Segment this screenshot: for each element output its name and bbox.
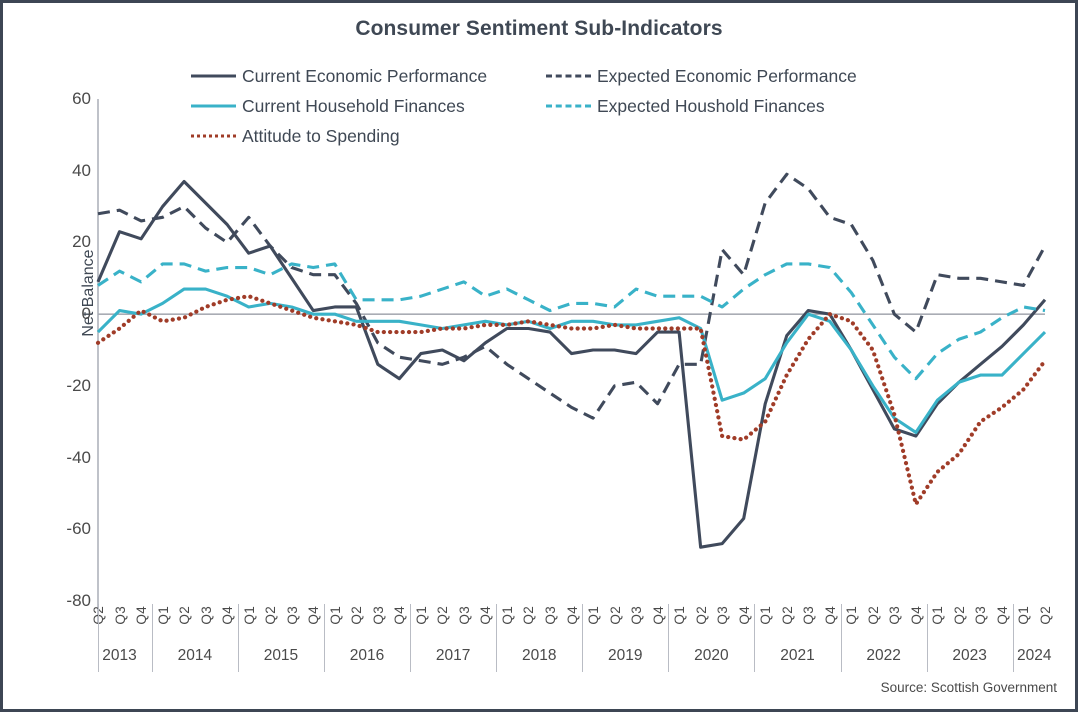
x-axis-quarter-label: Q3 bbox=[284, 606, 300, 625]
x-axis-quarter-label: Q2 bbox=[1038, 606, 1053, 625]
x-axis-quarter-label: Q4 bbox=[478, 606, 494, 625]
x-axis-quarter-label: Q1 bbox=[930, 606, 946, 625]
x-axis-quarter-label: Q4 bbox=[650, 606, 666, 625]
x-axis-year-separator bbox=[237, 604, 239, 672]
x-axis-quarter-label: Q1 bbox=[758, 606, 774, 625]
x-axis-year-label: 2014 bbox=[177, 647, 213, 664]
x-axis-year-label: 2017 bbox=[435, 647, 471, 664]
x-axis-quarter-label: Q3 bbox=[456, 606, 472, 625]
x-axis-quarter-label: Q4 bbox=[306, 606, 322, 625]
x-axis-quarter-label: Q3 bbox=[629, 606, 645, 625]
x-axis-year-separator bbox=[98, 604, 99, 672]
x-axis-year-label: 2018 bbox=[521, 647, 557, 664]
x-axis-year-separator bbox=[840, 604, 842, 672]
x-axis-year-separator bbox=[151, 604, 153, 672]
x-axis-year-label: 2024 bbox=[1016, 647, 1052, 664]
x-axis-quarter-label: Q2 bbox=[177, 606, 193, 625]
x-axis-quarter-label: Q3 bbox=[801, 606, 817, 625]
x-axis-year-separator bbox=[323, 604, 325, 672]
x-axis-year-separator bbox=[496, 604, 498, 672]
x-axis-quarter-label: Q2 bbox=[951, 606, 967, 625]
source-note: Source: Scottish Government bbox=[880, 680, 1057, 695]
x-axis-quarter-label: Q1 bbox=[672, 606, 688, 625]
x-axis-year-separator bbox=[926, 604, 928, 672]
plot-area: Net Balance 60 40 20 0 -20 -40 -60 -80 Q2 Q3 Q4 Q1… bbox=[3, 3, 1075, 709]
x-axis-year-separator bbox=[668, 604, 670, 672]
x-axis-quarter-label: Q1 bbox=[586, 606, 602, 625]
x-axis-year-label: 2019 bbox=[608, 647, 643, 664]
x-axis-quarter-label: Q2 bbox=[521, 606, 537, 625]
x-axis-quarter-label: Q1 bbox=[499, 606, 515, 625]
x-axis-quarter-label: Q3 bbox=[973, 606, 989, 625]
x-axis-quarter-label: Q1 bbox=[844, 606, 860, 625]
x-axis-year-label: 2015 bbox=[263, 647, 299, 664]
x-axis-quarter-label: Q3 bbox=[887, 606, 903, 625]
x-axis-year-label: 2021 bbox=[780, 647, 815, 664]
x-axis-quarter-label: Q1 bbox=[327, 606, 343, 625]
x-axis-quarter-label: Q2 bbox=[263, 606, 279, 625]
x-axis-year-separator bbox=[1012, 604, 1014, 672]
x-axis-quarter-label: Q2 bbox=[865, 606, 881, 625]
x-axis-quarter-label: Q4 bbox=[736, 606, 752, 625]
x-axis-quarter-label: Q2 bbox=[693, 606, 709, 625]
x-axis-quarter-label: Q3 bbox=[370, 606, 386, 625]
x-axis-quarter-label: Q2 bbox=[607, 606, 623, 625]
chart-page: Consumer Sentiment Sub-Indicators Curren… bbox=[0, 0, 1078, 712]
x-axis-quarter-label: Q4 bbox=[908, 606, 924, 625]
x-axis-quarter-label: Q4 bbox=[994, 606, 1010, 625]
x-axis-quarter-label: Q1 bbox=[413, 606, 429, 625]
x-axis-quarter-label: Q3 bbox=[112, 606, 128, 625]
x-axis-year-separator bbox=[754, 604, 756, 672]
x-axis-year-label: 2023 bbox=[952, 647, 987, 664]
x-axis-year-separator bbox=[410, 604, 412, 672]
x-axis-quarter-label: Q1 bbox=[1016, 606, 1032, 625]
x-axis-year-separator bbox=[582, 604, 584, 672]
x-axis-quarter-label: Q2 bbox=[435, 606, 451, 625]
x-axis-quarter-label: Q4 bbox=[564, 606, 580, 625]
x-axis-quarter-label: Q1 bbox=[241, 606, 257, 625]
x-axis-quarter-label: Q3 bbox=[542, 606, 558, 625]
x-axis-year-label: 2020 bbox=[694, 647, 729, 664]
x-axis-quarter-label: Q4 bbox=[134, 606, 150, 625]
x-axis-quarter-label: Q4 bbox=[822, 606, 838, 625]
x-axis-quarter-label: Q4 bbox=[220, 606, 236, 625]
x-axis-year-label: 2016 bbox=[349, 647, 385, 664]
x-axis-quarter-label: Q1 bbox=[155, 606, 171, 625]
x-axis-labels: Q2 Q3 Q4 Q1 Q2 Q3 Q4 Q1 Q2 Q3 Q4 Q1 Q2 Q3 Q4 Q1 Q2 Q3 Q4 Q1… bbox=[3, 3, 1075, 709]
x-axis-quarter-label: Q2 bbox=[349, 606, 365, 625]
x-axis-year-label: 2022 bbox=[866, 647, 901, 664]
x-axis-year-label: 2013 bbox=[102, 647, 137, 664]
x-axis-quarter-label: Q3 bbox=[198, 606, 214, 625]
x-axis-quarter-label: Q4 bbox=[392, 606, 408, 625]
x-axis-quarter-label: Q3 bbox=[715, 606, 731, 625]
x-axis-quarter-label: Q2 bbox=[779, 606, 795, 625]
